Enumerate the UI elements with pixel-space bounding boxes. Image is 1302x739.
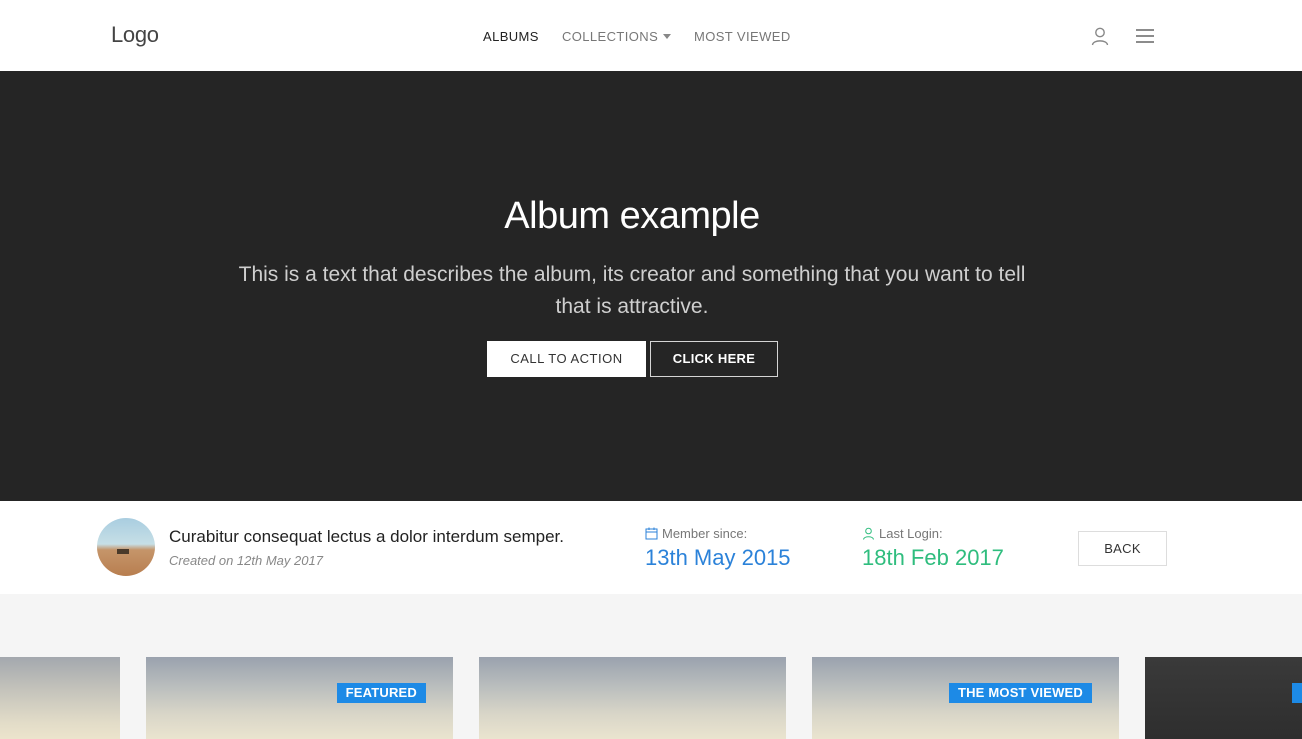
- hero-title: Album example: [504, 195, 760, 237]
- nav-link-albums-label: ALBUMS: [483, 29, 539, 44]
- album-gallery: FEATURED THE MOST VIEWED: [0, 594, 1302, 739]
- album-card[interactable]: FEATURED: [146, 657, 453, 739]
- most-viewed-badge: THE MOST VIEWED: [948, 683, 1092, 703]
- calendar-icon: [645, 527, 658, 540]
- album-card[interactable]: THE MOST VIEWED: [812, 657, 1119, 739]
- hamburger-menu-icon[interactable]: [1135, 28, 1155, 44]
- last-login-label: Last Login:: [862, 526, 943, 541]
- call-to-action-button[interactable]: CALL TO ACTION: [487, 341, 646, 377]
- click-here-button[interactable]: CLICK HERE: [650, 341, 778, 377]
- album-card[interactable]: [479, 657, 786, 739]
- back-button[interactable]: BACK: [1078, 531, 1167, 566]
- user-icon: [863, 527, 874, 540]
- avatar: [97, 518, 155, 576]
- hero-section: Album example This is a text that descri…: [0, 71, 1302, 501]
- logo[interactable]: Logo: [111, 22, 159, 48]
- user-icon[interactable]: [1090, 26, 1110, 46]
- partial-badge: [1292, 683, 1302, 703]
- member-since-value: 13th May 2015: [645, 545, 791, 570]
- nav-link-most-viewed-label: MOST VIEWED: [694, 29, 791, 44]
- last-login-value: 18th Feb 2017: [862, 545, 1004, 570]
- featured-badge: FEATURED: [336, 683, 426, 703]
- last-login-label-text: Last Login:: [879, 526, 943, 541]
- album-card[interactable]: [1145, 657, 1302, 739]
- nav-link-collections-label: COLLECTIONS: [562, 29, 659, 44]
- nav-link-most-viewed[interactable]: MOST VIEWED: [694, 29, 791, 44]
- member-since-label-text: Member since:: [662, 526, 748, 541]
- avatar-tractor-shape: [117, 549, 129, 554]
- created-date: Created on 12th May 2017: [169, 553, 323, 568]
- nav-link-collections[interactable]: COLLECTIONS: [562, 29, 672, 44]
- album-info-bar: Curabitur consequat lectus a dolor inter…: [0, 501, 1302, 594]
- caret-down-icon: [663, 34, 672, 39]
- nav-link-albums[interactable]: ALBUMS: [483, 29, 539, 44]
- album-description: Curabitur consequat lectus a dolor inter…: [169, 527, 564, 546]
- hero-description: This is a text that describes the album,…: [238, 263, 1026, 318]
- album-card[interactable]: [0, 657, 120, 739]
- member-since-label: Member since:: [645, 526, 747, 541]
- top-navbar: Logo ALBUMS COLLECTIONS MOST VIEWED: [0, 0, 1302, 71]
